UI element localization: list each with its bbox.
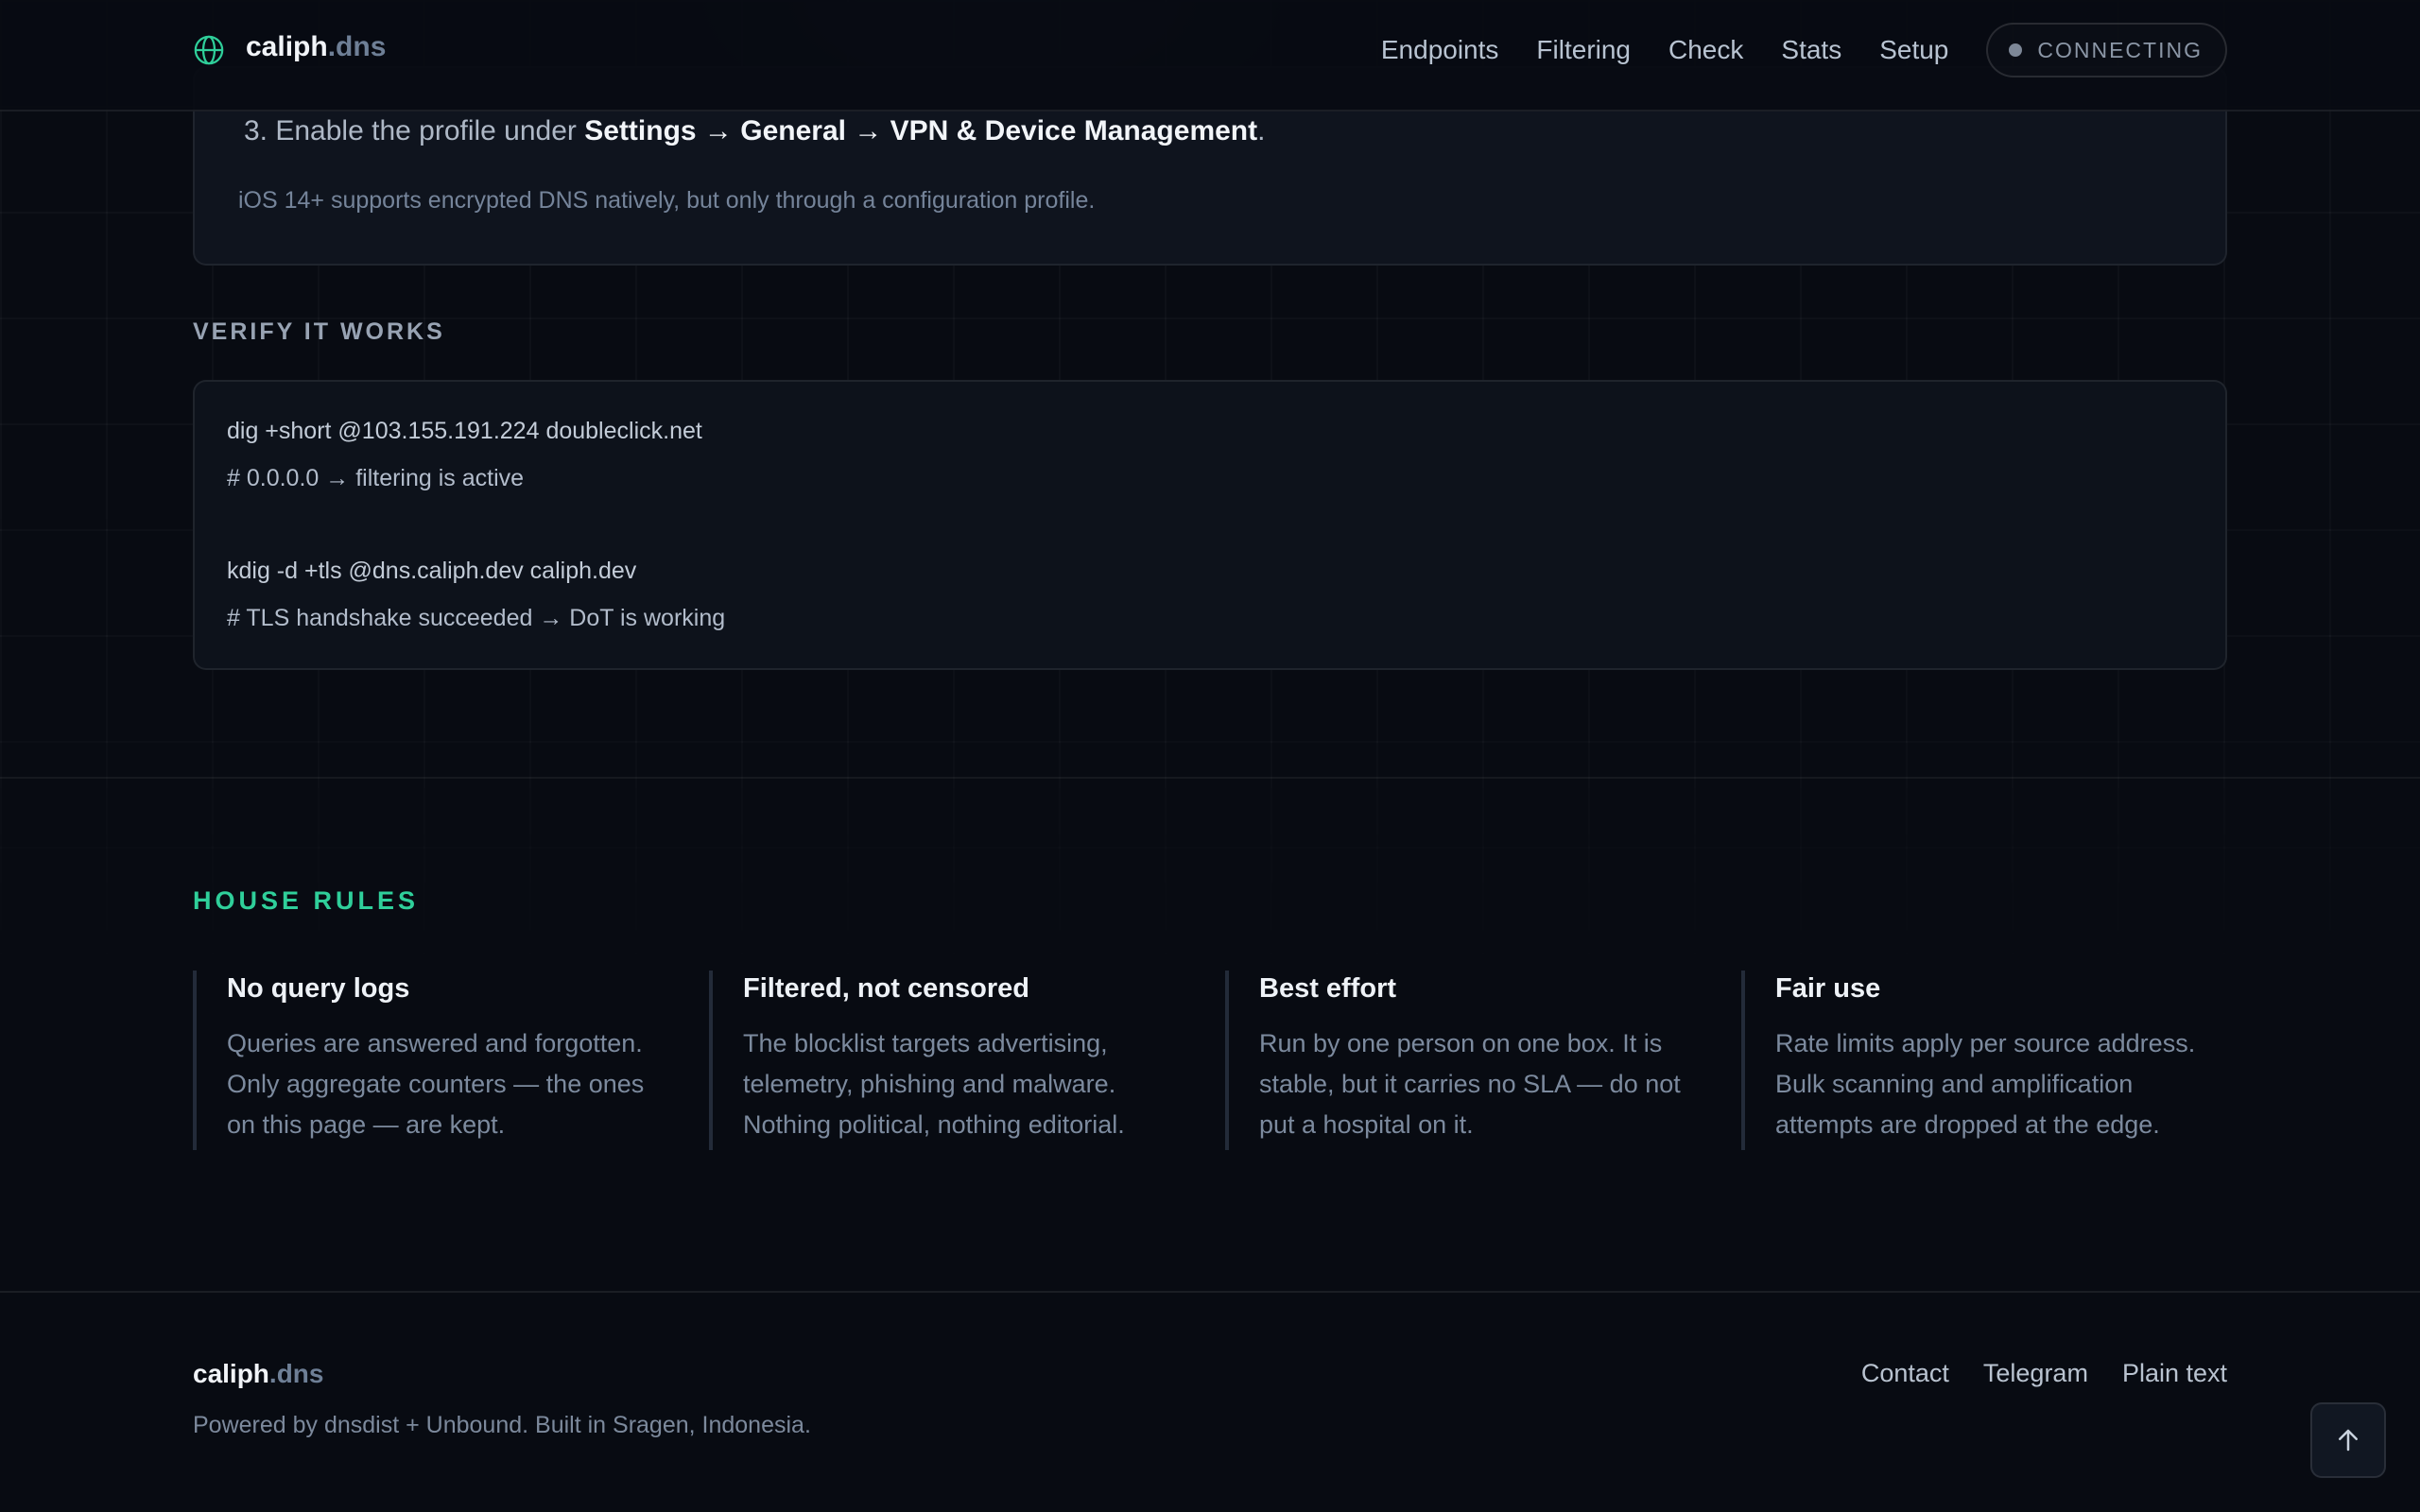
ios-note: iOS 14+ supports encrypted DNS natively,… xyxy=(238,187,1096,214)
rule-title: Filtered, not censored xyxy=(743,973,1029,1004)
rule-fair-use: Fair use Rate limits apply per source ad… xyxy=(1741,971,2214,1150)
code-comment-tls: # TLS handshake succeeded → DoT is worki… xyxy=(227,605,726,631)
footer-link-contact[interactable]: Contact xyxy=(1861,1359,1949,1388)
rule-filtered-not-censored: Filtered, not censored The blocklist tar… xyxy=(709,971,1182,1150)
rule-title: Best effort xyxy=(1259,973,1397,1004)
footer-link-telegram[interactable]: Telegram xyxy=(1983,1359,2088,1388)
code-line-kdig: kdig -d +tls @dns.caliph.dev caliph.dev xyxy=(227,558,637,584)
footer-link-plain-text[interactable]: Plain text xyxy=(2122,1359,2227,1388)
rule-body: Queries are answered and forgotten. Only… xyxy=(227,1029,645,1139)
rule-body: Run by one person on one box. It is stab… xyxy=(1259,1029,1681,1139)
verify-heading: VERIFY IT WORKS xyxy=(193,318,445,345)
page: caliph.dns Endpoints Filtering Check Sta… xyxy=(0,0,2420,1512)
nav-endpoints[interactable]: Endpoints xyxy=(1381,35,1499,65)
rule-best-effort: Best effort Run by one person on one box… xyxy=(1225,971,1698,1150)
nav-stats[interactable]: Stats xyxy=(1781,35,1841,65)
house-rules-heading: HOUSE RULES xyxy=(193,886,420,915)
brand-logo[interactable]: caliph.dns xyxy=(193,28,386,66)
footer-links: Contact Telegram Plain text xyxy=(1827,1359,2227,1388)
status-dot-icon xyxy=(2009,43,2023,57)
settings-path: Settings → General → VPN & Device Manage… xyxy=(584,115,1258,146)
arrow-up-icon xyxy=(2339,1429,2358,1452)
scroll-to-top-button[interactable] xyxy=(2310,1402,2386,1478)
status-text: CONNECTING xyxy=(2037,37,2203,62)
rule-body: Rate limits apply per source address. Bu… xyxy=(1775,1029,2196,1139)
footer-divider xyxy=(0,1291,2420,1293)
nav-setup[interactable]: Setup xyxy=(1879,35,1948,65)
code-comment-filtering: # 0.0.0.0 → filtering is active xyxy=(227,465,525,491)
nav-check[interactable]: Check xyxy=(1668,35,1743,65)
rule-title: No query logs xyxy=(227,973,410,1004)
brand-name: caliph.dns xyxy=(246,31,387,62)
footer-brand[interactable]: caliph.dns xyxy=(193,1359,323,1389)
rule-body: The blocklist targets advertising, telem… xyxy=(743,1029,1125,1139)
code-line-dig: dig +short @103.155.191.224 doubleclick.… xyxy=(227,418,702,444)
connection-status-badge: CONNECTING xyxy=(1986,23,2227,77)
ios-step-3: 3. Enable the profile under Settings → G… xyxy=(244,115,1266,146)
footer-powered-by: Powered by dnsdist + Unbound. Built in S… xyxy=(193,1412,811,1438)
section-divider xyxy=(0,777,2420,779)
main-nav: Endpoints Filtering Check Stats Setup CO… xyxy=(1343,0,2420,112)
nav-filtering[interactable]: Filtering xyxy=(1536,35,1631,65)
site-header: caliph.dns Endpoints Filtering Check Sta… xyxy=(0,0,2420,112)
rule-no-query-logs: No query logs Queries are answered and f… xyxy=(193,971,666,1150)
globe-icon xyxy=(194,35,224,65)
verify-code-block[interactable]: dig +short @103.155.191.224 doubleclick.… xyxy=(193,380,2227,670)
rule-title: Fair use xyxy=(1775,973,1881,1004)
